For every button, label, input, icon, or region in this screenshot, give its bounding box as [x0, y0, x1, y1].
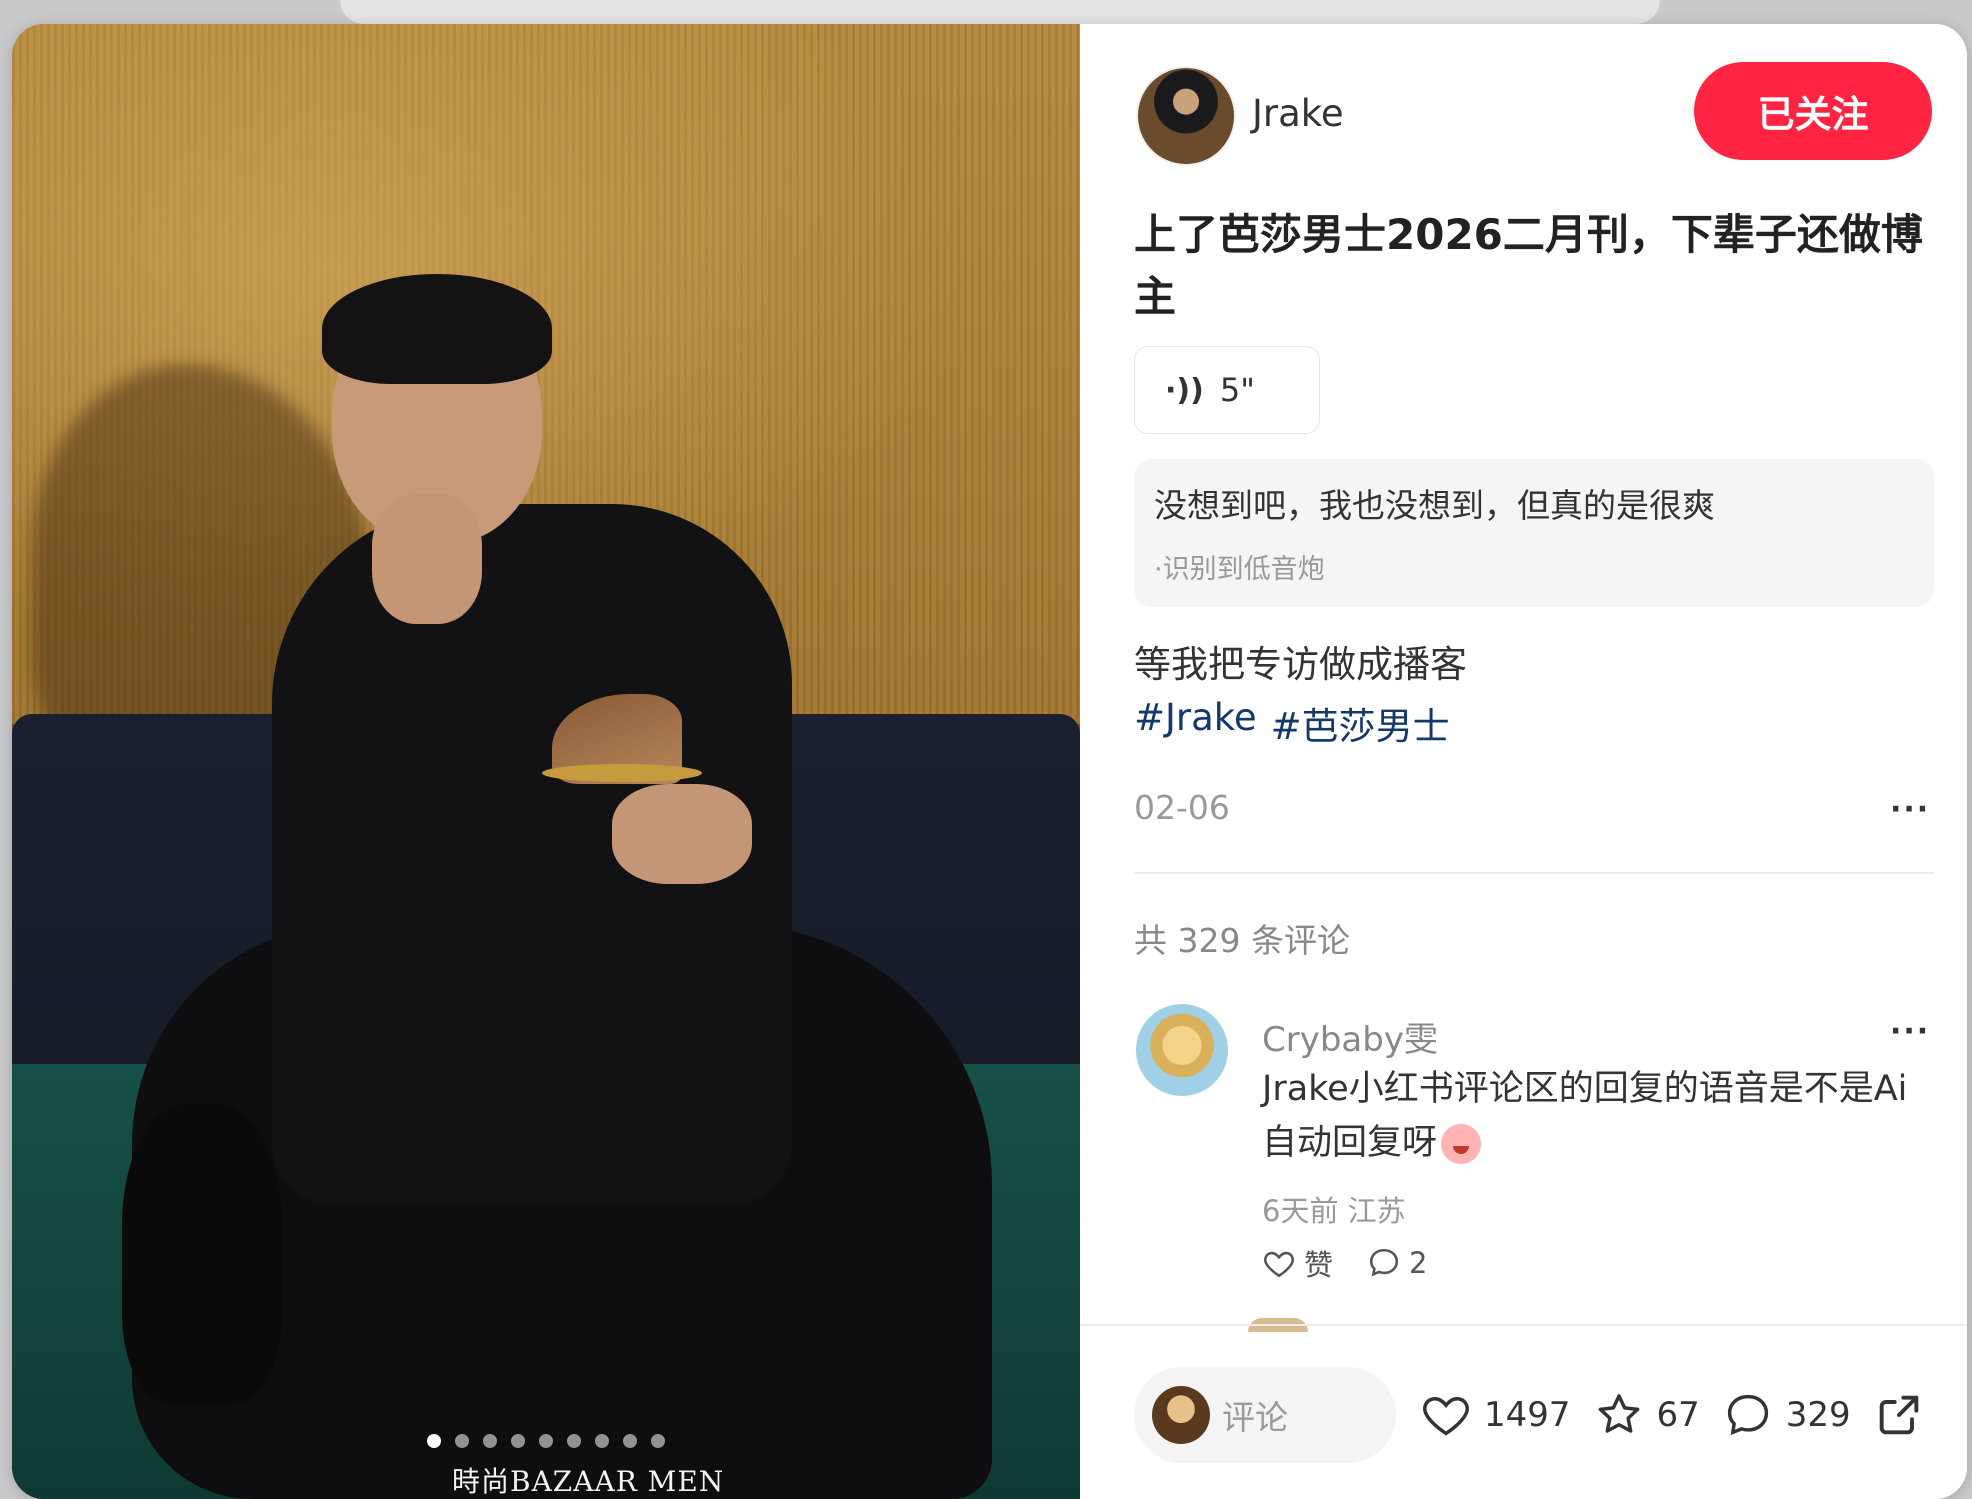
background-window-edge: [340, 0, 1660, 24]
pagination-dot[interactable]: [651, 1434, 665, 1448]
pagination-dot[interactable]: [427, 1434, 441, 1448]
transcript-text: 没想到吧，我也没想到，但真的是很爽: [1154, 486, 1715, 525]
pagination-dot[interactable]: [455, 1434, 469, 1448]
collect-button[interactable]: 67: [1593, 1389, 1700, 1441]
emoji-face-icon: [1441, 1124, 1482, 1164]
voice-transcript: 没想到吧，我也没想到，但真的是很爽 ·识别到低音炮: [1134, 459, 1934, 607]
post-image[interactable]: 時尚BAZAAR MEN: [12, 24, 1080, 1499]
note-info-panel: Jrake 已关注 上了芭莎男士2026二月刊，下辈子还做博主 ·)) 5" 没…: [1080, 24, 1967, 1499]
comment-like-label: 赞: [1304, 1248, 1334, 1282]
heart-icon: [1264, 1251, 1294, 1278]
photo-plate: [542, 764, 702, 782]
image-pagination: [12, 1434, 1080, 1448]
comment-total: 329: [1785, 1395, 1851, 1435]
comment-text: Jrake小红书评论区的回复的语音是不是Ai自动回复呀: [1262, 1062, 1942, 1170]
pagination-dot[interactable]: [567, 1434, 581, 1448]
photo-person-hand-holding-plate: [612, 784, 752, 884]
pagination-dot[interactable]: [511, 1434, 525, 1448]
pagination-dot[interactable]: [595, 1434, 609, 1448]
engagement-bar: 1497 67 329: [1420, 1379, 1925, 1451]
comment-bubble-icon: [1727, 1394, 1768, 1436]
collect-count: 67: [1656, 1395, 1700, 1435]
photo-person-hair: [322, 274, 552, 384]
post-title: 上了芭莎男士2026二月刊，下辈子还做博主: [1134, 210, 1923, 321]
author-avatar[interactable]: [1136, 66, 1236, 166]
comment-button[interactable]: 329: [1722, 1389, 1851, 1441]
pagination-dot[interactable]: [483, 1434, 497, 1448]
comment-input-placeholder: 评论: [1222, 1398, 1288, 1437]
comment-body: Jrake小红书评论区的回复的语音是不是Ai自动回复呀: [1262, 1069, 1908, 1163]
post-tags: #Jrake #芭莎男士: [1134, 696, 1450, 750]
comment-input[interactable]: 评论: [1134, 1367, 1396, 1463]
post-body: 等我把专访做成播客: [1134, 643, 1467, 686]
comment-actions: 赞 2: [1262, 1242, 1427, 1284]
star-icon: [1598, 1394, 1639, 1433]
my-avatar: [1152, 1386, 1210, 1444]
tag-link[interactable]: #Jrake: [1134, 696, 1257, 750]
follow-button[interactable]: 已关注: [1694, 62, 1932, 160]
photo-person-hand: [372, 494, 482, 624]
comment-meta: 6天前 江苏: [1262, 1194, 1406, 1228]
commenter-name[interactable]: Crybaby雯: [1262, 1012, 1438, 1061]
note-detail-card: 時尚BAZAAR MEN Jrake 已关注 上了芭莎男士2026二月刊，下辈子…: [12, 24, 1967, 1499]
share-button[interactable]: [1873, 1389, 1925, 1441]
comment-bubble-icon: [1369, 1248, 1399, 1277]
post-more-icon[interactable]: ···: [1890, 792, 1930, 827]
pagination-dot[interactable]: [539, 1434, 553, 1448]
photo-shoe: [122, 1104, 282, 1404]
voice-message-chip[interactable]: ·)) 5": [1134, 346, 1320, 434]
share-icon: [1879, 1395, 1918, 1435]
comment-reply-count: 2: [1409, 1246, 1428, 1280]
heart-icon: [1423, 1397, 1469, 1436]
like-button[interactable]: 1497: [1420, 1389, 1571, 1441]
post-date: 02-06: [1134, 788, 1230, 827]
comment-count: 共 329 条评论: [1134, 921, 1350, 960]
tag-link[interactable]: #芭莎男士: [1271, 696, 1450, 750]
like-count: 1497: [1484, 1395, 1571, 1435]
magazine-watermark: 時尚BAZAAR MEN: [452, 1465, 725, 1498]
bottom-bar-divider: [1080, 1324, 1967, 1326]
comment-more-icon[interactable]: ···: [1890, 1014, 1930, 1049]
pagination-dot[interactable]: [623, 1434, 637, 1448]
transcript-source: ·识别到低音炮: [1154, 554, 1325, 585]
commenter-avatar[interactable]: [1136, 1004, 1228, 1096]
author-name[interactable]: Jrake: [1252, 92, 1344, 135]
comment-reply-button[interactable]: 2: [1367, 1246, 1427, 1280]
voice-wave-icon: ·)): [1165, 372, 1204, 408]
comment-like-button[interactable]: 赞: [1262, 1242, 1333, 1284]
voice-duration: 5": [1219, 371, 1255, 409]
divider: [1134, 872, 1934, 874]
